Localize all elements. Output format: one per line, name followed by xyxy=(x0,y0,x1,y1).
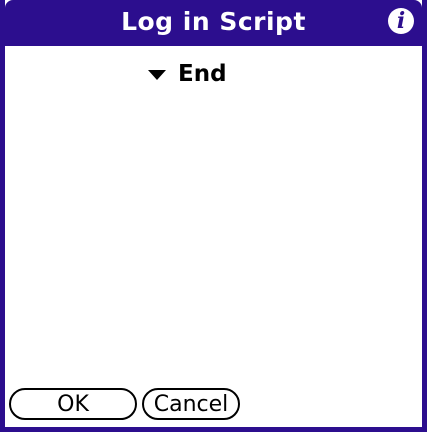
login-script-dialog: Log in Script i End OK Cancel xyxy=(0,0,427,432)
ok-button[interactable]: OK xyxy=(9,388,137,420)
script-command-label: End xyxy=(178,61,227,87)
info-icon[interactable]: i xyxy=(388,8,414,34)
title-bar: Log in Script i xyxy=(5,0,422,46)
dialog-title: Log in Script xyxy=(121,7,306,36)
script-command-popup-trigger[interactable]: End xyxy=(148,59,227,89)
cancel-button[interactable]: Cancel xyxy=(142,388,240,420)
dropdown-triangle-icon xyxy=(148,70,166,80)
